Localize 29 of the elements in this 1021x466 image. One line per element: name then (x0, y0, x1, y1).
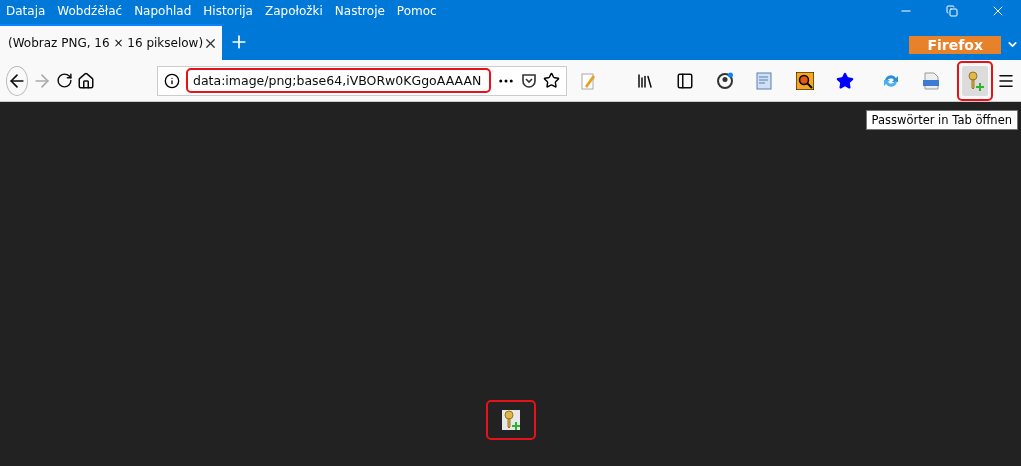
pocket-icon[interactable] (521, 72, 538, 89)
account-icon (716, 71, 735, 90)
reload-icon (56, 72, 73, 89)
home-icon (77, 71, 95, 90)
menu-item[interactable]: Nastroje (334, 4, 385, 18)
menu-item[interactable]: Napohlad (134, 4, 192, 18)
star-icon (836, 71, 855, 90)
browser-tab[interactable]: (Wobraz PNG, 16 × 16 pikselow) (0, 24, 222, 60)
info-icon[interactable] (164, 72, 180, 89)
css-file-icon (922, 71, 940, 90)
menu-item[interactable]: Historija (203, 4, 253, 18)
tab-title: (Wobraz PNG, 16 × 16 pikselow) (8, 36, 204, 50)
sidebar-icon (676, 71, 695, 90)
menu-item[interactable]: Zapołožki (264, 4, 323, 18)
menu-item[interactable]: Wobdźěłać (57, 4, 123, 18)
magnifier-icon (796, 71, 815, 90)
address-bar[interactable]: data:image/png;base64,iVBORw0KGgoAAAAN (157, 65, 568, 96)
form-icon (756, 71, 775, 90)
library-icon (636, 71, 655, 90)
key-icon (966, 70, 984, 91)
url-text: data:image/png;base64,iVBORw0KGgoAAAAN (186, 68, 492, 93)
tooltip: Passwörter in Tab öffnen (865, 110, 1018, 130)
menu-item[interactable]: Pomoc (396, 4, 437, 18)
restore-icon (946, 5, 958, 17)
menu-item[interactable]: Dataja (6, 4, 46, 18)
brand-badge: Firefox (909, 36, 1001, 54)
pencil-icon (581, 71, 598, 90)
bookmark-star-icon[interactable] (543, 72, 561, 89)
key-image (501, 410, 520, 430)
